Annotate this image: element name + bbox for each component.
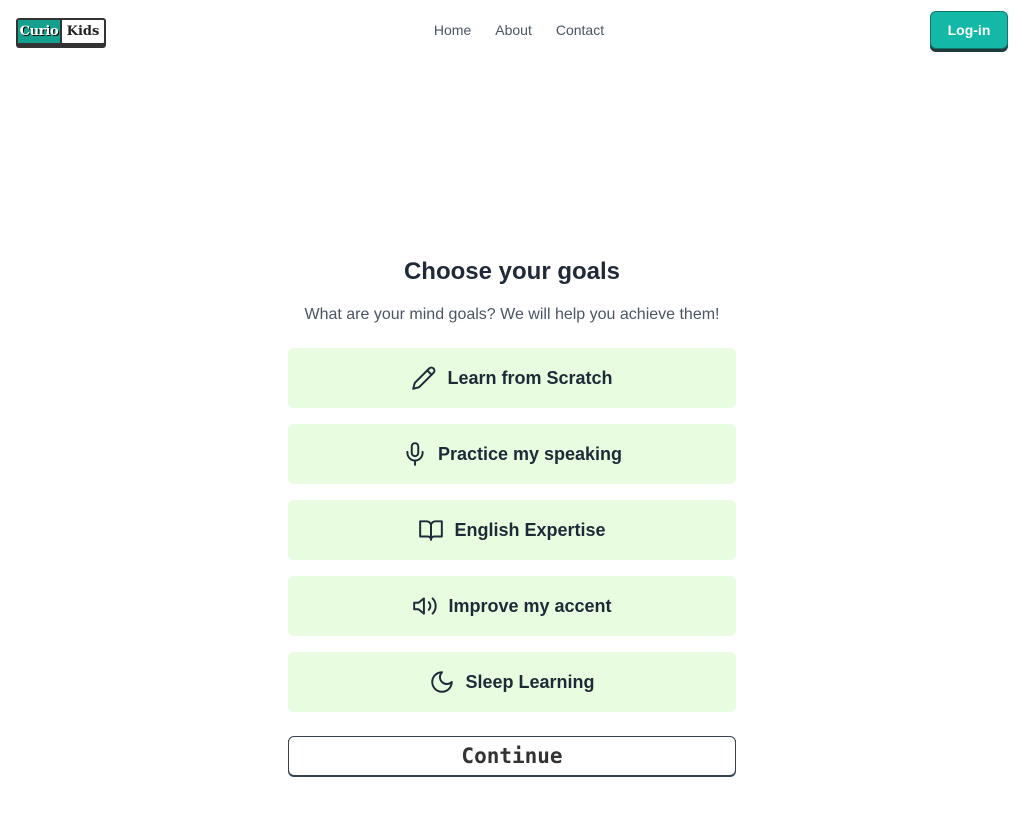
goals-list: Learn from Scratch Practice my speaking … [288, 348, 736, 712]
goal-practice-speaking-button[interactable]: Practice my speaking [288, 424, 736, 484]
goal-label: English Expertise [454, 519, 606, 540]
page-subtitle: What are your mind goals? We will help y… [304, 306, 720, 323]
nav-about-link[interactable]: About [495, 22, 532, 38]
goal-label: Improve my accent [448, 595, 612, 616]
goals-panel: Choose your goals What are your mind goa… [288, 258, 736, 776]
main-nav: Home About Contact [0, 22, 1022, 38]
pencil-icon [411, 365, 437, 391]
page-title: Choose your goals [403, 258, 621, 285]
goal-improve-accent-button[interactable]: Improve my accent [288, 576, 736, 636]
goal-sleep-learning-button[interactable]: Sleep Learning [288, 652, 736, 712]
goal-english-expertise-button[interactable]: English Expertise [288, 500, 736, 560]
goal-label: Learn from Scratch [447, 367, 613, 388]
goal-learn-from-scratch-button[interactable]: Learn from Scratch [288, 348, 736, 408]
speaker-icon [412, 593, 438, 619]
nav-contact-link[interactable]: Contact [556, 22, 604, 38]
nav-home-link[interactable]: Home [434, 22, 471, 38]
continue-button[interactable]: Continue [288, 736, 736, 776]
microphone-icon [402, 441, 428, 467]
goal-label: Practice my speaking [437, 443, 623, 464]
book-open-icon [418, 517, 444, 543]
goal-label: Sleep Learning [465, 671, 595, 692]
moon-icon [429, 669, 455, 695]
login-button[interactable]: Log-in [930, 11, 1008, 49]
